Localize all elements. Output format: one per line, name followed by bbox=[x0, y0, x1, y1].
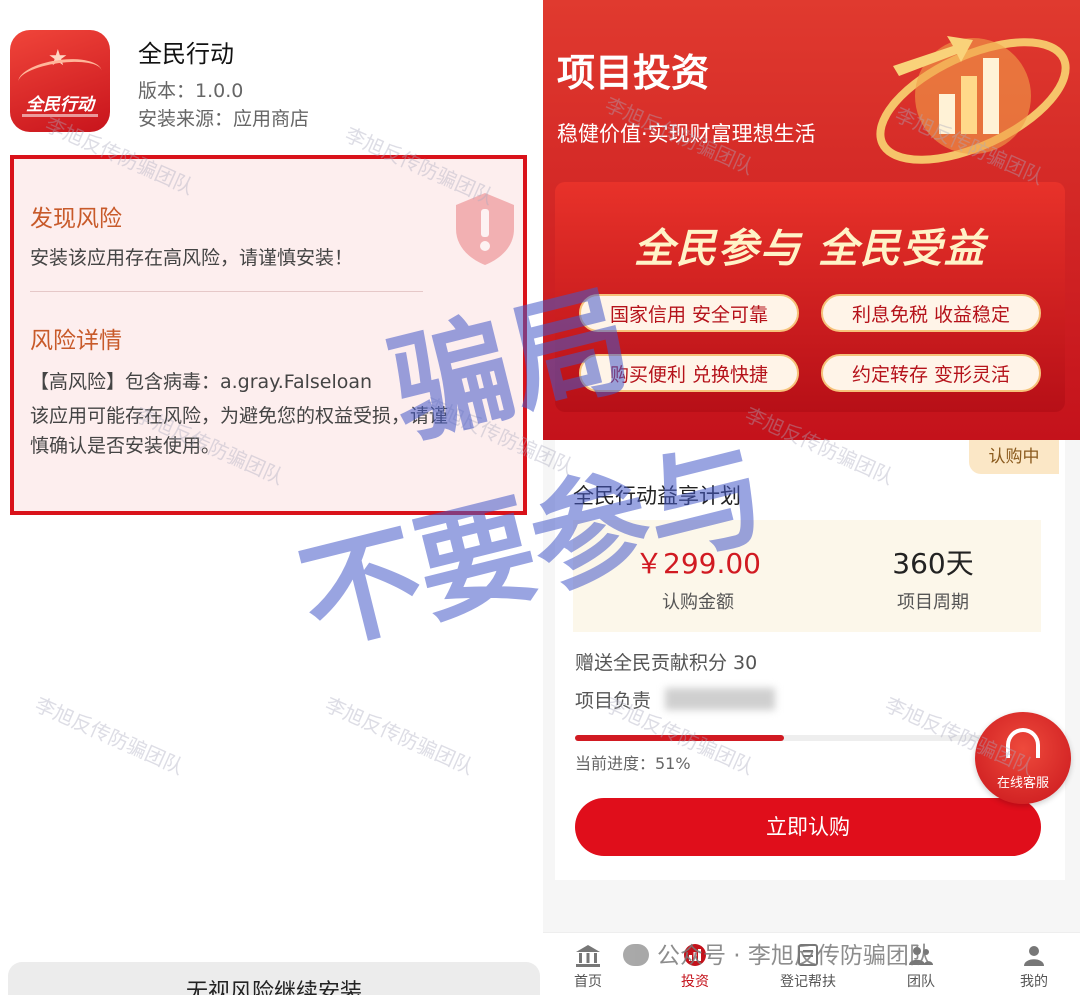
page-subtitle: 稳健价值·实现财富理想生活 bbox=[557, 122, 816, 146]
divider bbox=[30, 291, 423, 292]
risk-detail-title: 风险详情 bbox=[30, 328, 122, 354]
tab-home[interactable]: 首页 bbox=[543, 933, 633, 995]
app-version: 版本：1.0.0 bbox=[138, 80, 244, 102]
risk-virus-line: 【高风险】包含病毒：a.gray.Falseloan bbox=[30, 371, 373, 393]
app-icon-subline bbox=[22, 114, 98, 117]
online-service-label: 在线客服 bbox=[996, 776, 1049, 791]
feature-pill: 购买便利 兑换快捷 bbox=[579, 354, 799, 392]
banner-slogan: 全民参与 全民受益 bbox=[634, 226, 986, 272]
tab-label: 登记帮扶 bbox=[780, 974, 836, 990]
plan-title: 全民行动益享计划 bbox=[573, 484, 741, 508]
tab-label: 团队 bbox=[907, 974, 935, 990]
tab-label: 首页 bbox=[574, 974, 602, 990]
subscription-amount: ￥299.00 bbox=[635, 547, 761, 580]
risk-found-title: 发现风险 bbox=[30, 206, 122, 232]
gold-chart-graphic bbox=[876, 36, 1070, 164]
feature-pill: 利息免税 收益稳定 bbox=[821, 294, 1041, 332]
project-period: 360天 bbox=[892, 547, 974, 580]
feature-pill: 约定转存 变形灵活 bbox=[821, 354, 1041, 392]
shield-alert-icon bbox=[456, 193, 514, 265]
headset-icon bbox=[1006, 728, 1040, 758]
install-source: 安装来源：应用商店 bbox=[138, 108, 310, 130]
plan-stats: ￥299.00 认购金额 360天 项目周期 bbox=[573, 520, 1041, 632]
team-icon bbox=[909, 947, 933, 965]
bonus-points: 赠送全民贡献积分 30 bbox=[575, 652, 758, 674]
promo-banner[interactable]: 全民参与 全民受益 国家信用 安全可靠 利息免税 收益稳定 购买便利 兑换快捷 … bbox=[555, 182, 1065, 412]
feature-pill: 国家信用 安全可靠 bbox=[579, 294, 799, 332]
tab-register-help[interactable]: 登记帮扶 bbox=[763, 933, 853, 995]
register-icon bbox=[798, 944, 818, 966]
app-icon-text: 全民行动 bbox=[26, 95, 94, 115]
page-title: 项目投资 bbox=[557, 51, 710, 95]
tab-invest[interactable]: 投资 bbox=[650, 933, 740, 995]
subscribe-now-button[interactable]: 立即认购 bbox=[575, 798, 1041, 856]
risk-description: 安装该应用存在高风险，请谨慎安装！ bbox=[30, 247, 354, 269]
install-warning-panel: ★ 全民行动 全民行动 版本：1.0.0 安装来源：应用商店 发现风险 安装该应… bbox=[0, 0, 540, 995]
blurred-manager-name bbox=[665, 688, 775, 710]
risk-detail-line: 该应用可能存在风险，为避免您的权益受损，请谨 bbox=[30, 405, 449, 427]
bank-icon bbox=[576, 945, 600, 967]
status-badge: 认购中 bbox=[969, 440, 1059, 474]
app-icon: ★ 全民行动 bbox=[10, 30, 110, 132]
tab-label: 投资 bbox=[681, 974, 709, 990]
user-icon bbox=[1024, 946, 1044, 966]
tab-mine[interactable]: 我的 bbox=[989, 933, 1079, 995]
tab-team[interactable]: 团队 bbox=[876, 933, 966, 995]
tab-label: 我的 bbox=[1020, 974, 1048, 990]
bottom-tab-bar: 首页 投资 登记帮扶 团队 我的 bbox=[543, 932, 1080, 995]
progress-fill bbox=[575, 735, 785, 741]
ignore-risk-install-button[interactable]: 无视风险继续安装 bbox=[8, 962, 540, 995]
project-manager-label: 项目负责 bbox=[575, 690, 652, 712]
project-period-label: 项目周期 bbox=[897, 592, 969, 613]
progress-bar bbox=[575, 735, 985, 741]
app-name: 全民行动 bbox=[138, 40, 234, 68]
chart-icon bbox=[684, 944, 706, 966]
risk-warning-box: 发现风险 安装该应用存在高风险，请谨慎安装！ 风险详情 【高风险】包含病毒：a.… bbox=[10, 155, 527, 515]
investment-app-screen: 项目投资 稳健价值·实现财富理想生活 全民参与 全民受益 国家信用 安全可靠 利… bbox=[543, 0, 1080, 995]
online-service-button[interactable]: 在线客服 bbox=[975, 712, 1071, 804]
subscription-amount-label: 认购金额 bbox=[662, 592, 734, 613]
progress-label: 当前进度：51% bbox=[575, 754, 691, 773]
risk-detail-line: 慎确认是否安装使用。 bbox=[30, 435, 221, 457]
